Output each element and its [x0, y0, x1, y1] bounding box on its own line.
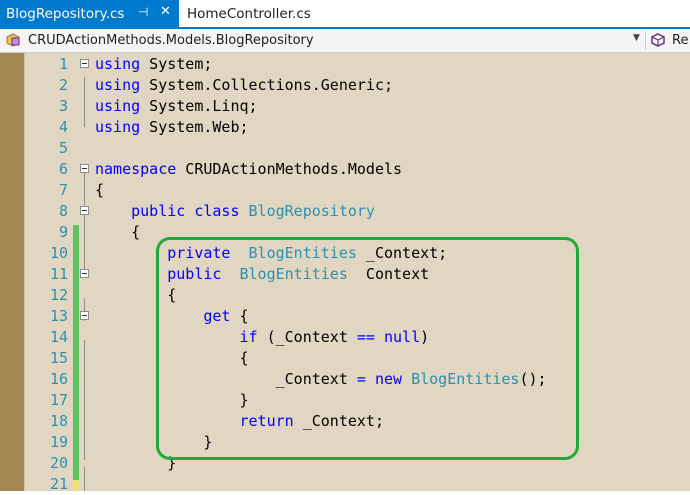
code-line[interactable]: 3 using System.Linq; — [0, 96, 690, 117]
line-number: 13 — [49, 307, 68, 325]
code-token: { — [95, 223, 141, 241]
line-number: 4 — [58, 118, 68, 136]
code-token: BlogRepository — [248, 202, 375, 220]
code-text: { — [95, 222, 140, 243]
line-number: 19 — [49, 433, 68, 451]
code-token: System.Collections.Generic; — [140, 76, 394, 94]
code-token: System.Linq; — [140, 97, 258, 115]
code-line[interactable]: 7{ — [0, 180, 690, 201]
line-number: 11 — [49, 265, 68, 283]
class-icon — [6, 33, 20, 47]
divider — [645, 31, 646, 50]
line-number: 5 — [58, 139, 68, 157]
tab-blogrepository[interactable]: BlogRepository.cs ⊣ ✕ — [0, 0, 179, 27]
code-token: public — [131, 202, 186, 220]
highlight-annotation — [156, 237, 579, 460]
code-token: using — [95, 76, 141, 94]
collapse-icon[interactable] — [80, 164, 89, 173]
line-number: 21 — [49, 475, 68, 493]
code-line[interactable]: 21 — [0, 474, 690, 495]
code-token: using — [95, 97, 141, 115]
line-number: 20 — [49, 454, 68, 472]
collapse-icon[interactable] — [80, 206, 89, 215]
code-token: using — [95, 55, 141, 73]
tab-homecontroller[interactable]: HomeController.cs — [181, 0, 331, 27]
line-number: 15 — [49, 349, 68, 367]
line-number: 7 — [58, 181, 68, 199]
code-line[interactable]: 6 namespace CRUDActionMethods.Models — [0, 159, 690, 180]
code-line[interactable]: 2 using System.Collections.Generic; — [0, 75, 690, 96]
code-line[interactable]: 5 — [0, 138, 690, 159]
line-number: 16 — [49, 370, 68, 388]
member-icon — [651, 33, 665, 47]
project-dropdown[interactable]: CRUDActionMethods.Models.BlogRepository — [28, 33, 314, 48]
line-number: 2 — [58, 76, 68, 94]
line-number: 6 — [58, 160, 68, 178]
code-line[interactable]: 1 using System; — [0, 54, 690, 75]
code-text: using System.Collections.Generic; — [95, 75, 393, 96]
code-token: System.Web; — [140, 118, 249, 136]
code-text: { — [95, 180, 104, 201]
line-number: 12 — [49, 286, 68, 304]
close-icon[interactable]: ✕ — [160, 4, 171, 19]
code-text: public class BlogRepository — [95, 201, 375, 222]
code-token: System; — [140, 55, 213, 73]
code-token: class — [194, 202, 240, 220]
tab-title: HomeController.cs — [187, 5, 311, 22]
code-token: namespace — [95, 160, 177, 178]
line-number: 17 — [49, 391, 68, 409]
document-tab-strip: BlogRepository.cs ⊣ ✕ HomeController.cs — [0, 0, 690, 29]
code-token: using — [95, 118, 141, 136]
collapse-icon[interactable] — [80, 311, 89, 320]
code-text: using System.Web; — [95, 117, 249, 138]
line-number: 1 — [58, 55, 68, 73]
code-text: using System.Linq; — [95, 96, 258, 117]
line-number: 10 — [49, 244, 68, 262]
pin-icon[interactable]: ⊣ — [138, 5, 148, 19]
code-token: CRUDActionMethods.Models — [176, 160, 403, 178]
line-number: 14 — [49, 328, 68, 346]
code-line[interactable]: 8 public class BlogRepository — [0, 201, 690, 222]
code-text: namespace CRUDActionMethods.Models — [95, 159, 402, 180]
member-dropdown[interactable]: Re — [672, 33, 688, 48]
code-token: { — [95, 181, 105, 199]
code-line[interactable]: 4 using System.Web; — [0, 117, 690, 138]
line-number: 18 — [49, 412, 68, 430]
tab-title: BlogRepository.cs — [6, 5, 125, 22]
code-text: using System; — [95, 54, 212, 75]
chevron-down-icon[interactable]: ▼ — [633, 33, 640, 43]
line-number: 8 — [58, 202, 68, 220]
code-editor[interactable]: 1 using System; 2 using System.Collections.… — [0, 53, 690, 493]
collapse-icon[interactable] — [80, 269, 89, 278]
collapse-icon[interactable] — [80, 59, 89, 68]
line-number: 9 — [58, 223, 68, 241]
line-number: 3 — [58, 97, 68, 115]
navigation-bar: CRUDActionMethods.Models.BlogRepository … — [0, 29, 690, 53]
